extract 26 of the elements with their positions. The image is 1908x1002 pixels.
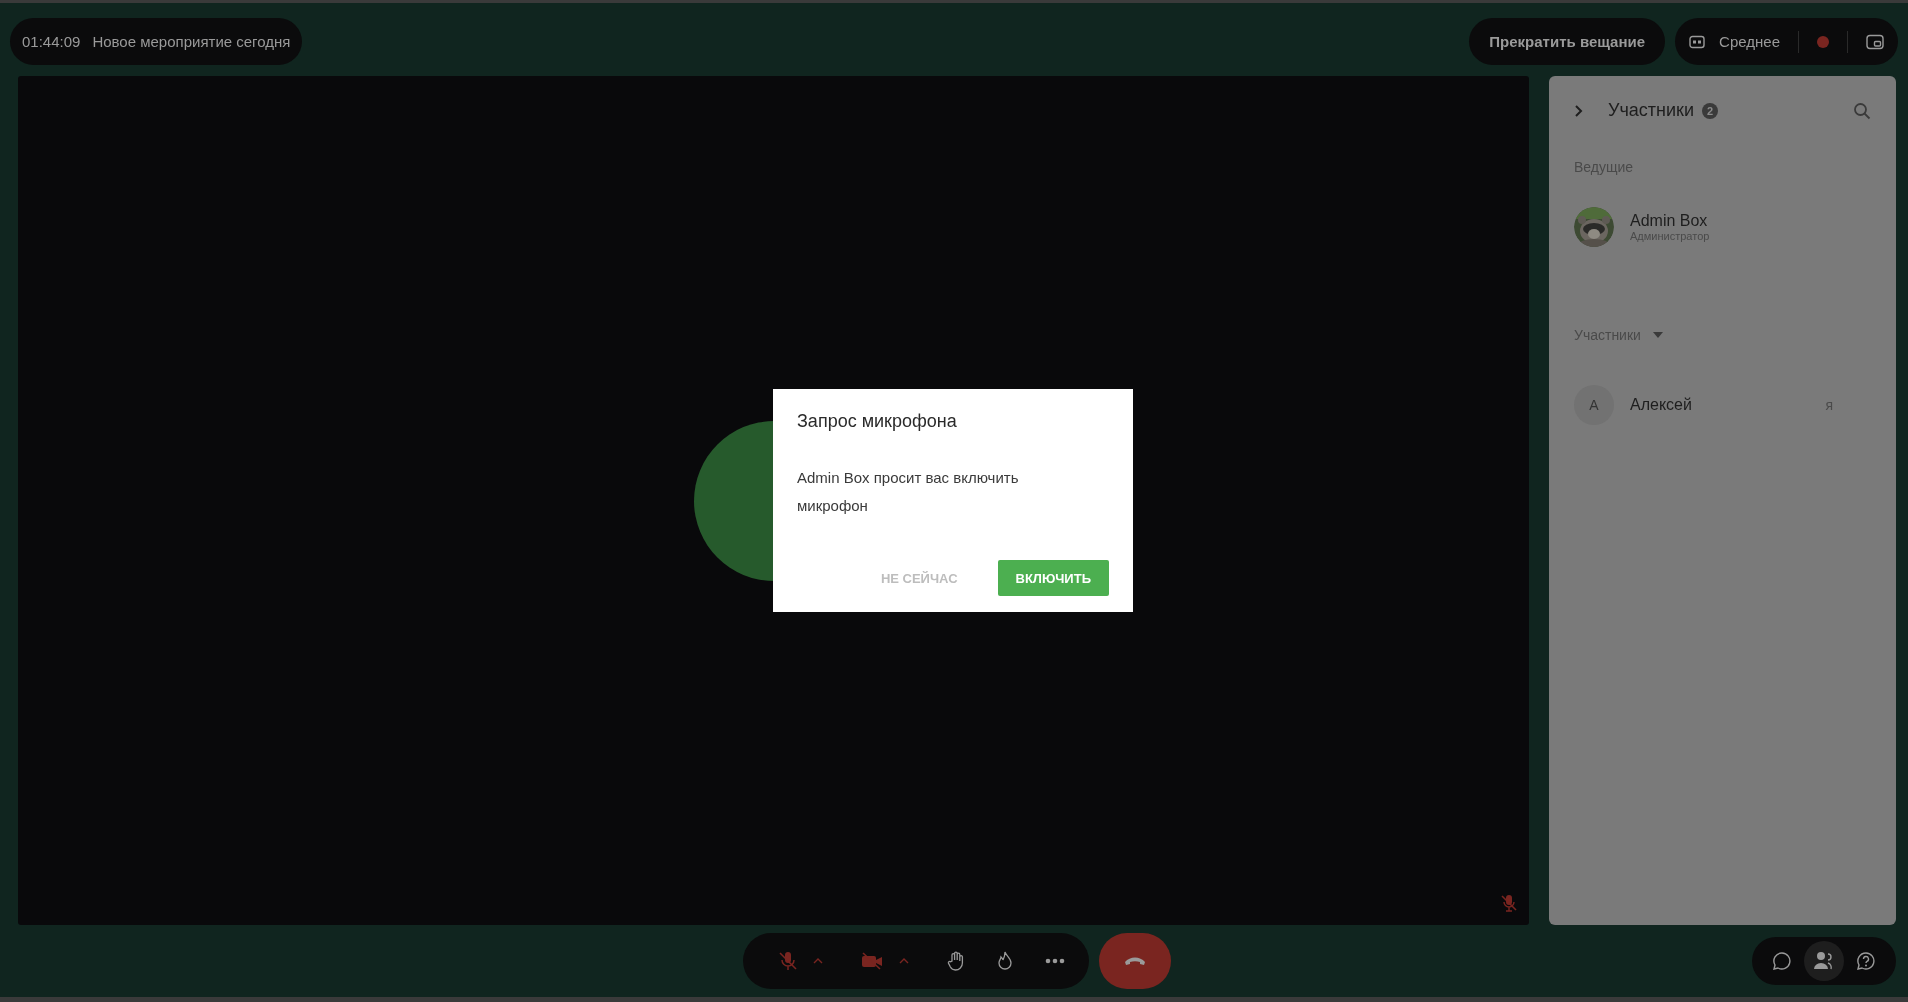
- caret-icon[interactable]: [1652, 332, 1663, 338]
- avatar-initial: A: [1574, 385, 1614, 425]
- people-icon: [1813, 951, 1835, 971]
- chevron-right-icon[interactable]: [1574, 103, 1584, 118]
- end-call-button[interactable]: [1099, 933, 1171, 989]
- raise-hand-icon[interactable]: [947, 951, 965, 971]
- search-icon[interactable]: [1853, 101, 1871, 120]
- dialog-title: Запрос микрофона: [797, 411, 958, 432]
- member-name: Алексей: [1630, 396, 1692, 414]
- phone-icon: [1124, 956, 1146, 966]
- help-icon: [1856, 951, 1876, 971]
- meeting-title: Новое мероприятие сегодня: [92, 33, 291, 50]
- chat-bubble-icon: [1772, 951, 1792, 971]
- flame-icon[interactable]: [997, 951, 1013, 971]
- stop-broadcast-button[interactable]: Прекратить вещание: [1469, 18, 1666, 65]
- timer: 01:44:09: [22, 33, 81, 50]
- recording-dot-icon[interactable]: [1817, 35, 1829, 48]
- quality-icon: [1689, 34, 1706, 49]
- participants-tab[interactable]: [1804, 941, 1844, 981]
- member-name: Admin Box: [1630, 212, 1709, 230]
- panel-title: Участники: [1608, 100, 1694, 121]
- picture-in-picture-icon[interactable]: [1866, 33, 1884, 50]
- more-icon[interactable]: [1045, 958, 1065, 964]
- dialog-message: Admin Box просит вас включить микрофон: [797, 468, 1020, 516]
- quality-button[interactable]: Среднее: [1689, 33, 1780, 50]
- participant-count: 2: [1702, 102, 1718, 119]
